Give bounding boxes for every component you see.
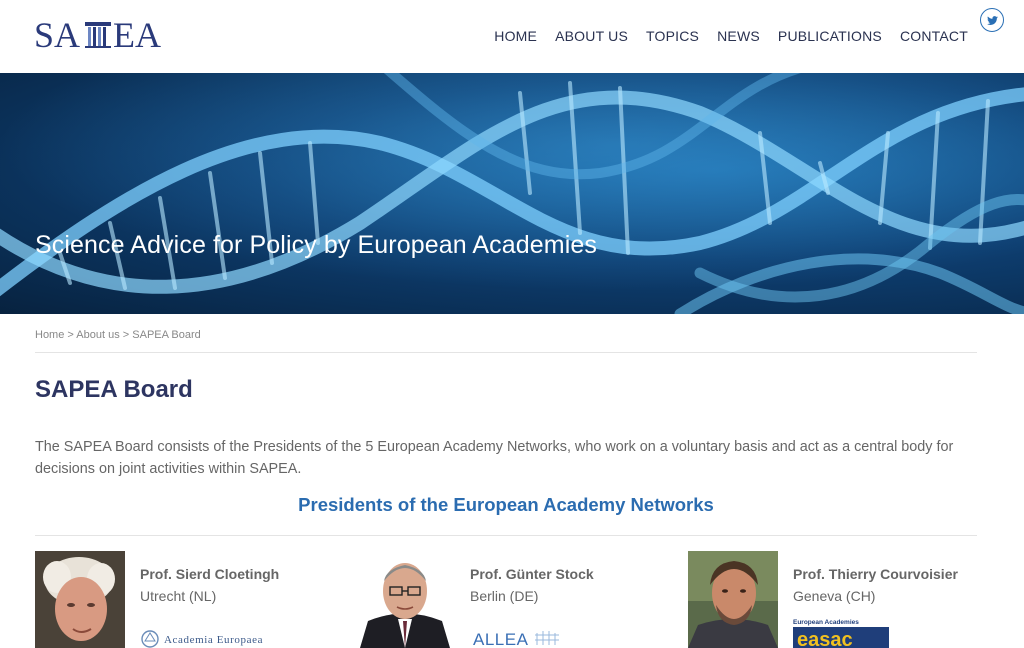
- breadcrumb-separator: >: [67, 329, 74, 341]
- breadcrumb-current: SAPEA Board: [132, 329, 201, 341]
- breadcrumb-separator: >: [122, 329, 130, 341]
- president-location: Geneva (CH): [793, 588, 876, 604]
- sapea-logo[interactable]: SA EA: [34, 14, 166, 54]
- president-name: Prof. Günter Stock: [470, 566, 594, 582]
- section-title: Presidents of the European Academy Netwo…: [298, 494, 714, 515]
- allea-logo[interactable]: ALLEA: [473, 627, 573, 648]
- breadcrumb: Home > About us > SAPEA Board: [35, 329, 201, 341]
- easac-logo-text: easac: [797, 629, 853, 648]
- president-name: Prof. Thierry Courvoisier: [793, 566, 958, 582]
- academia-europaea-logo-text: Academia Europaea: [164, 634, 263, 646]
- nav-news[interactable]: NEWS: [717, 28, 760, 44]
- president-photo: [688, 551, 778, 648]
- academia-europaea-logo[interactable]: Academia Europaea: [140, 627, 270, 648]
- hero-title: Science Advice for Policy by European Ac…: [35, 231, 597, 259]
- nav-topics[interactable]: TOPICS: [646, 28, 699, 44]
- svg-text:SA: SA: [34, 15, 80, 54]
- divider: [35, 352, 977, 353]
- president-name: Prof. Sierd Cloetingh: [140, 566, 280, 582]
- site-header: SA EA HOME ABOUT US TOPICS NEWS PUBLICAT…: [0, 0, 1024, 73]
- easac-logo-caption: European Academies: [793, 619, 859, 626]
- nav-about-us[interactable]: ABOUT US: [555, 28, 628, 44]
- easac-logo[interactable]: European Academies easac: [793, 617, 893, 648]
- president-photo: [360, 551, 450, 648]
- main-nav: HOME ABOUT US TOPICS NEWS PUBLICATIONS C…: [476, 28, 968, 44]
- nav-publications[interactable]: PUBLICATIONS: [778, 28, 882, 44]
- twitter-icon[interactable]: [980, 8, 1004, 32]
- svg-text:EA: EA: [113, 15, 161, 54]
- president-photo: [35, 551, 125, 648]
- president-location: Berlin (DE): [470, 588, 539, 604]
- divider: [35, 535, 977, 536]
- nav-home[interactable]: HOME: [494, 28, 537, 44]
- dna-helix-image: [0, 73, 1024, 314]
- president-location: Utrecht (NL): [140, 588, 217, 604]
- hero-banner: Science Advice for Policy by European Ac…: [0, 73, 1024, 314]
- breadcrumb-home[interactable]: Home: [35, 329, 64, 341]
- allea-logo-text: ALLEA: [473, 630, 529, 648]
- nav-contact[interactable]: CONTACT: [900, 28, 968, 44]
- intro-paragraph: The SAPEA Board consists of the Presiden…: [35, 439, 954, 477]
- sapea-logo-graphic: SA EA: [34, 15, 161, 54]
- breadcrumb-about-us[interactable]: About us: [76, 329, 119, 341]
- page-title: SAPEA Board: [35, 376, 193, 403]
